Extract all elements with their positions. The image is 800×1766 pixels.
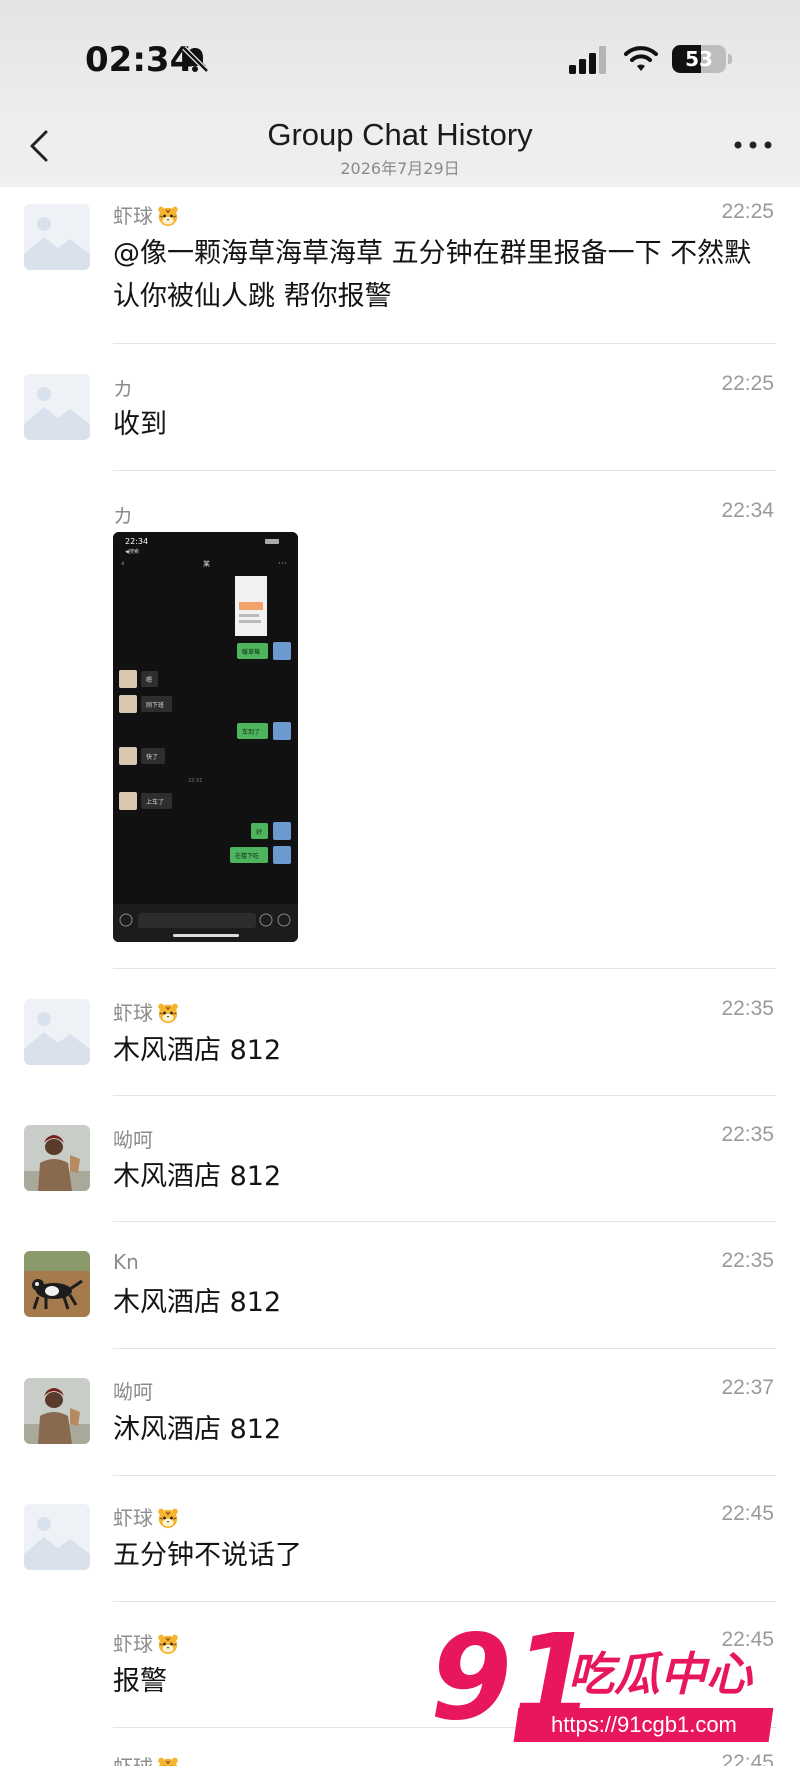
message-time: 22:35 — [721, 997, 774, 1020]
sender-name: カ — [113, 377, 133, 401]
sender-name: カ — [113, 504, 133, 528]
screenshot-avatar — [273, 642, 291, 660]
muted-bell-icon — [182, 46, 209, 73]
sender-name: 虾球 — [113, 1751, 179, 1766]
nav-bar: Group Chat History 2026年7月29日 — [0, 110, 800, 187]
screenshot-avatar — [119, 695, 137, 713]
avatar[interactable] — [24, 1378, 90, 1444]
message-time: 22:45 — [721, 1502, 774, 1525]
message-text[interactable]: 收到 — [113, 403, 778, 446]
tiger-emoji-icon — [157, 1002, 179, 1024]
screenshot-avatar — [119, 792, 137, 810]
message-time: 22:37 — [721, 1376, 774, 1399]
watermark-logo: 91 吃瓜中心 — [430, 1610, 754, 1746]
watermark-url: https://91cgb1.com — [513, 1708, 774, 1742]
sender-name: 呦呵 — [113, 1128, 153, 1152]
avatar[interactable] — [24, 1504, 90, 1570]
more-options-icon[interactable] — [730, 130, 776, 160]
divider — [113, 1221, 776, 1222]
tiger-emoji-icon — [157, 1507, 179, 1529]
battery-percentage: 53 — [685, 47, 713, 71]
divider — [113, 470, 776, 471]
message-time: 22:34 — [721, 499, 774, 522]
watermark-text: 吃瓜中心 — [568, 1647, 754, 1701]
screenshot-bubble-text: 嗯 — [146, 677, 152, 684]
sender-name: 虾球 — [113, 1628, 179, 1657]
divider — [113, 1095, 776, 1096]
screenshot-bubble-text: 暖草莓 — [242, 648, 260, 656]
avatar[interactable] — [24, 1125, 90, 1191]
status-bar: 02:34 53 — [0, 0, 800, 110]
battery-nub — [728, 54, 732, 64]
top-bar: 02:34 53 Group Chat History 2026年7月29日 — [0, 0, 800, 187]
screenshot-bubble-text: 刚下班 — [146, 701, 164, 709]
message-text[interactable]: @像一颗海草海草海草 五分钟在群里报备一下 不然默认你被仙人跳 帮你报警 — [113, 232, 778, 318]
cellular-signal-icon — [569, 46, 606, 74]
message-time: 22:35 — [721, 1249, 774, 1272]
message-text[interactable]: 木风酒店 812 — [113, 1029, 778, 1072]
screenshot-subtitle: ◀搜索 — [125, 548, 139, 555]
screenshot-avatar — [273, 722, 291, 740]
svg-text:···: ··· — [278, 559, 287, 569]
screenshot-bubble-text: 好 — [256, 828, 262, 836]
sender-name: Kn — [113, 1250, 139, 1274]
screenshot-time-divider: 22:31 — [188, 778, 202, 784]
screenshot-avatar — [273, 822, 291, 840]
battery-icon: 53 — [672, 45, 726, 73]
avatar[interactable] — [24, 204, 90, 270]
avatar[interactable] — [24, 1251, 90, 1317]
message-time: 22:35 — [721, 1123, 774, 1146]
divider — [113, 1601, 776, 1602]
message-text[interactable]: 木风酒店 812 — [113, 1155, 778, 1198]
screenshot-avatar — [119, 670, 137, 688]
screenshot-time: 22:34 — [125, 537, 148, 546]
chat-screenshot-image[interactable]: 22:34 ◀搜索 某 ··· ‹ 暖草莓嗯刚下班车到了快了 22:31 上车了好在… — [113, 532, 298, 942]
message-text[interactable]: 沐风酒店 812 — [113, 1408, 778, 1451]
status-time: 02:34 — [85, 40, 194, 80]
avatar[interactable] — [24, 374, 90, 440]
message-text[interactable]: 木风酒店 812 — [113, 1281, 778, 1324]
sender-name: 虾球 — [113, 1502, 179, 1531]
sender-name: 呦呵 — [113, 1380, 153, 1404]
sender-name: 虾球 — [113, 200, 179, 229]
page-date: 2026年7月29日 — [340, 159, 460, 178]
divider — [113, 1348, 776, 1349]
tiger-emoji-icon — [157, 1633, 179, 1655]
tiger-emoji-icon — [157, 1756, 179, 1766]
avatar[interactable] — [24, 999, 90, 1065]
embedded-chat-screenshot: 22:34 ◀搜索 某 ··· ‹ 暖草莓嗯刚下班车到了快了 22:31 上车了好在… — [113, 532, 298, 942]
divider — [113, 1475, 776, 1476]
divider — [113, 968, 776, 969]
screenshot-bubble-text: 在楼下吃 — [235, 852, 259, 860]
screenshot-bubble-text: 快了 — [146, 753, 158, 761]
screenshot-bubble-text: 车到了 — [242, 728, 260, 736]
tiger-emoji-icon — [157, 205, 179, 227]
wifi-icon — [624, 46, 658, 71]
divider — [113, 343, 776, 344]
screenshot-title: 某 — [203, 560, 210, 568]
message-time: 22:25 — [721, 200, 774, 223]
screenshot-bubble-text: 上车了 — [146, 798, 164, 806]
message-time: 22:25 — [721, 372, 774, 395]
screenshot-avatar — [119, 747, 137, 765]
svg-text:‹: ‹ — [121, 559, 125, 569]
sender-name: 虾球 — [113, 997, 179, 1026]
page-title: Group Chat History — [267, 117, 533, 152]
screenshot-avatar — [273, 846, 291, 864]
message-text[interactable]: 五分钟不说话了 — [113, 1534, 778, 1577]
